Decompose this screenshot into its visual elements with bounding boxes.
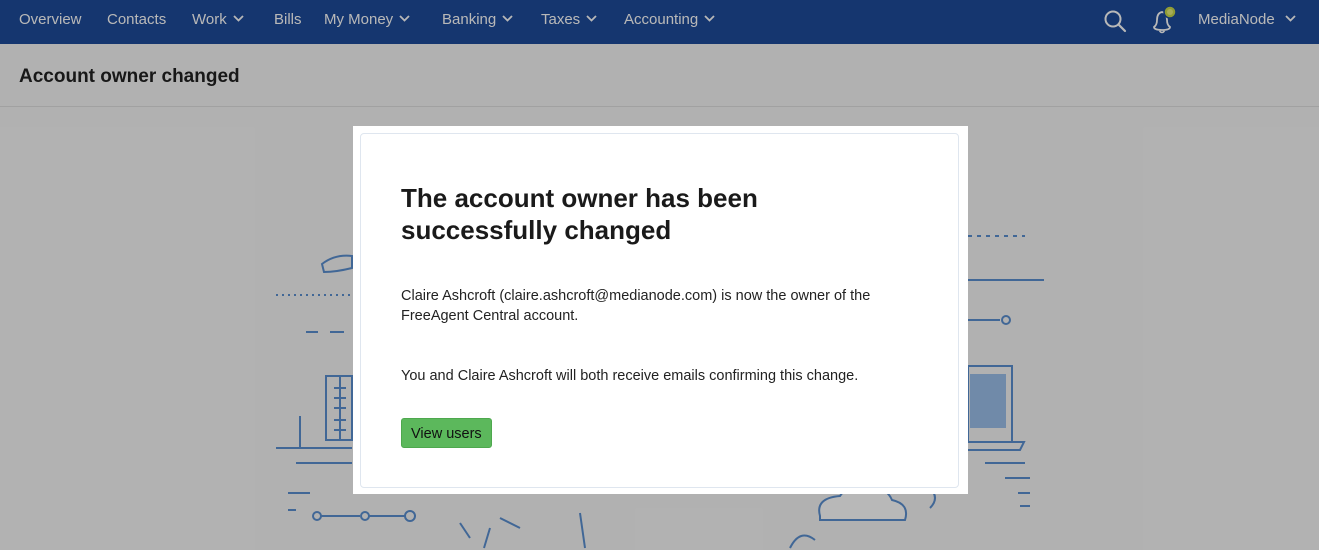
owner-changed-message: Claire Ashcroft (claire.ashcroft@mediano… [401,288,871,324]
view-users-button[interactable]: View users [401,418,492,448]
modal-card: The account owner has been successfully … [360,133,959,488]
modal-dialog: The account owner has been successfully … [353,126,968,494]
modal-heading: The account owner has been successfully … [401,183,758,245]
email-confirmation-message: You and Claire Ashcroft will both receiv… [401,368,859,384]
